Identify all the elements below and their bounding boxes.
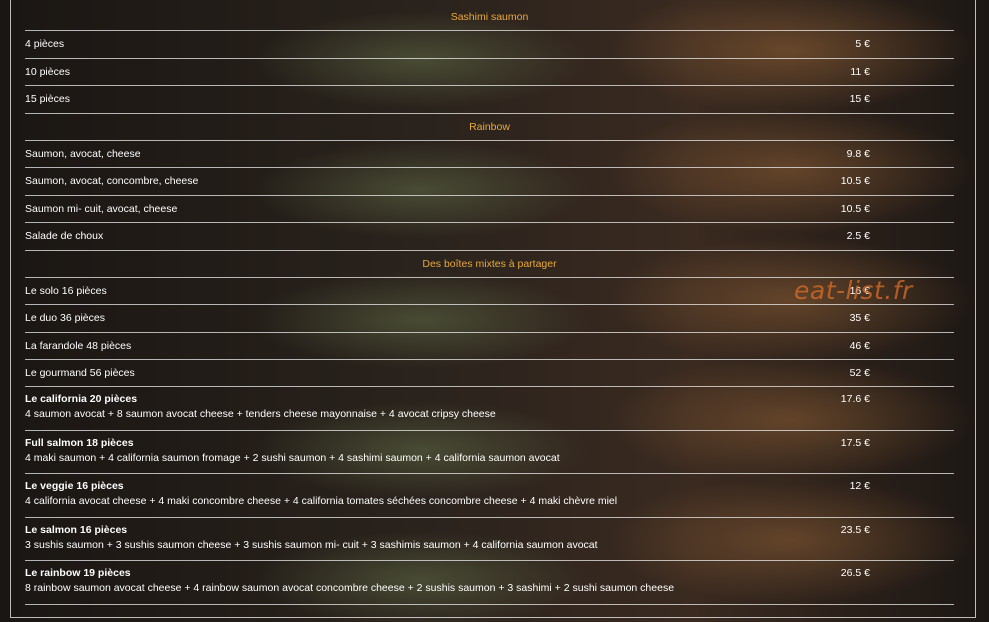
item-name: La farandole 48 pièces — [25, 339, 132, 352]
item-price: 5 € — [855, 38, 870, 51]
menu-item: 15 pièces 15 € — [25, 86, 954, 114]
combo-description: 8 rainbow saumon avocat cheese + 4 rainb… — [25, 582, 675, 595]
combo-price: 17.5 € — [840, 436, 870, 449]
combo-name: Le rainbow 19 pièces — [25, 567, 131, 580]
item-price: 10.5 € — [840, 175, 870, 188]
menu-item: Saumon, avocat, concombre, cheese 10.5 € — [25, 168, 954, 196]
combo-item: Full salmon 18 pièces 17.5 € 4 maki saum… — [25, 431, 954, 475]
item-price: 46 € — [849, 339, 870, 352]
combo-name: Le california 20 pièces — [25, 393, 138, 406]
combo-item: Le salmon 16 pièces 23.5 € 3 sushis saum… — [25, 518, 954, 562]
item-price: 15 € — [849, 93, 870, 106]
item-name: 4 pièces — [25, 38, 65, 51]
combo-item: Le rainbow 19 pièces 26.5 € 8 rainbow sa… — [25, 561, 954, 605]
menu-item: 10 pièces 11 € — [25, 59, 954, 87]
combo-price: 17.6 € — [840, 393, 870, 406]
combo-name: Full salmon 18 pièces — [25, 436, 134, 449]
combo-name: Le veggie 16 pièces — [25, 480, 124, 493]
combo-price: 12 € — [849, 480, 870, 493]
section-title: Des boîtes mixtes à partager — [422, 257, 557, 270]
item-name: Saumon, avocat, concombre, cheese — [25, 175, 199, 188]
combo-item: Le veggie 16 pièces 12 € 4 california av… — [25, 474, 954, 518]
combo-description: 4 saumon avocat + 8 saumon avocat cheese… — [25, 408, 496, 421]
item-name: 10 pièces — [25, 65, 70, 78]
section-header-boites-mixtes: Des boîtes mixtes à partager — [25, 251, 954, 278]
combo-price: 26.5 € — [840, 567, 870, 580]
menu-item: Salade de choux 2.5 € — [25, 223, 954, 251]
section-title: Sashimi saumon — [450, 11, 529, 23]
watermark: eat-list.fr — [794, 276, 913, 305]
item-name: Le gourmand 56 pièces — [25, 367, 135, 380]
menu-item: Le duo 36 pièces 35 € — [25, 305, 954, 333]
combo-price: 23.5 € — [840, 523, 870, 536]
combo-name: Le salmon 16 pièces — [25, 523, 128, 536]
item-name: Le solo 16 pièces — [25, 284, 107, 297]
item-name: 15 pièces — [25, 93, 70, 106]
section-title: Rainbow — [469, 120, 510, 133]
menu-item: Le gourmand 56 pièces 52 € — [25, 360, 954, 388]
item-name: Saumon mi- cuit, avocat, cheese — [25, 202, 178, 215]
item-name: Saumon, avocat, cheese — [25, 147, 141, 160]
menu-page: Sashimi saumon 4 pièces 5 € 10 pièces 11… — [0, 0, 989, 622]
menu-item: 4 pièces 5 € — [25, 31, 954, 59]
combo-description: 4 california avocat cheese + 4 maki conc… — [25, 495, 618, 508]
item-price: 9.8 € — [846, 147, 870, 160]
item-price: 35 € — [849, 312, 870, 325]
item-price: 2.5 € — [846, 230, 870, 243]
menu-item: La farandole 48 pièces 46 € — [25, 333, 954, 361]
item-price: 11 € — [850, 65, 870, 78]
item-price: 10.5 € — [840, 202, 870, 215]
section-header-rainbow: Rainbow — [25, 114, 954, 141]
item-price: 52 € — [849, 367, 870, 380]
combo-description: 4 maki saumon + 4 california saumon from… — [25, 451, 560, 464]
menu-item: Saumon mi- cuit, avocat, cheese 10.5 € — [25, 196, 954, 224]
item-name: Salade de choux — [25, 230, 104, 243]
section-header-sashimi: Sashimi saumon — [25, 4, 954, 32]
menu-item: Saumon, avocat, cheese 9.8 € — [25, 141, 954, 169]
combo-description: 3 sushis saumon + 3 sushis saumon cheese… — [25, 538, 598, 551]
combo-item: Le california 20 pièces 17.6 € 4 saumon … — [25, 387, 954, 431]
item-name: Le duo 36 pièces — [25, 312, 105, 325]
